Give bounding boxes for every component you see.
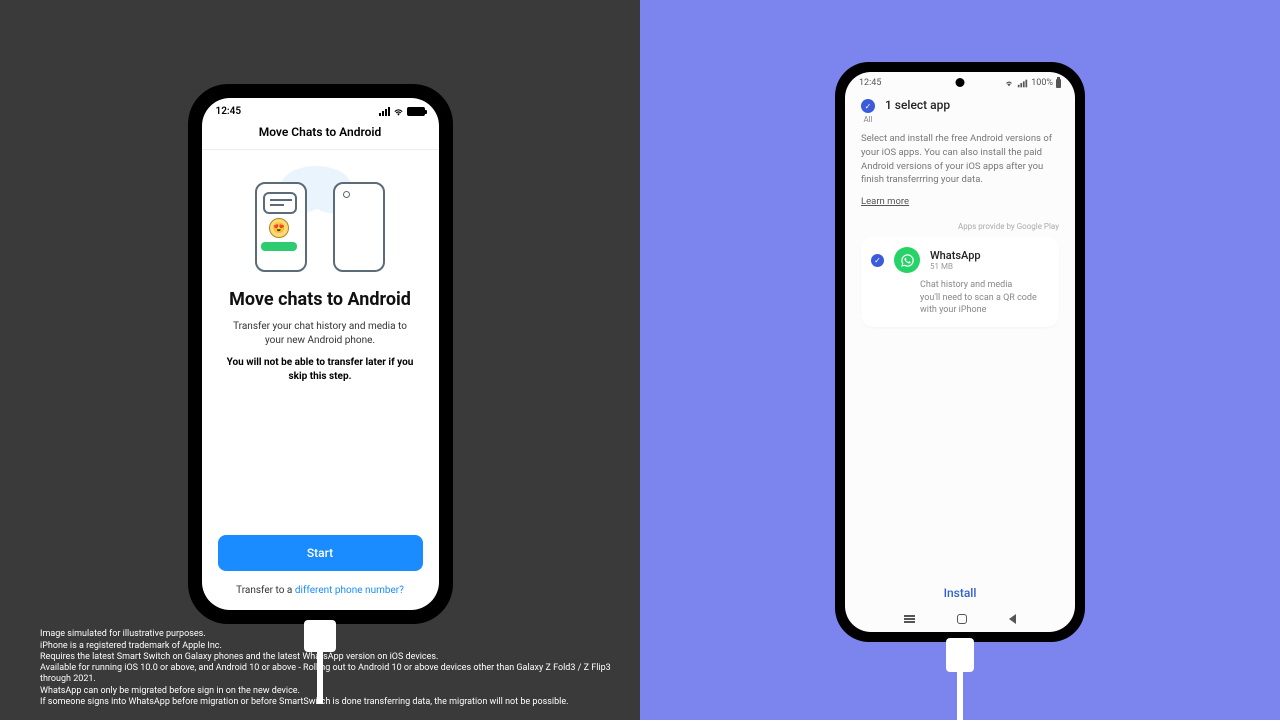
android-navbar — [845, 608, 1075, 632]
page-title: Move chats to Android — [229, 289, 411, 310]
transfer-prefix: Transfer to a — [236, 585, 295, 596]
skip-warning: You will not be able to transfer later i… — [218, 356, 423, 384]
nav-recents-icon[interactable] — [904, 615, 915, 623]
signal-icon — [1018, 79, 1027, 87]
start-button[interactable]: Start — [218, 535, 423, 571]
app-sub-line2: you'll need to scan a QR code with your … — [920, 292, 1049, 317]
android-time: 12:45 — [859, 78, 881, 88]
cable — [957, 662, 963, 722]
transfer-link-text: different phone number? — [295, 585, 404, 596]
app-card-whatsapp[interactable]: ✓ WhatsApp 51 MB Chat history and media … — [861, 237, 1059, 327]
iphone-screen: 12:45 Move Chats to Android 😍 Move ch — [202, 98, 439, 610]
iphone-frame: 12:45 Move Chats to Android 😍 Move ch — [188, 84, 453, 624]
apps-provider-label: Apps provide by Google Play — [861, 222, 1059, 231]
disclaimer-line: Available for running iOS 10.0 or above,… — [40, 663, 640, 686]
disclaimer-text: Image simulated for illustrative purpose… — [40, 629, 640, 708]
learn-more-link[interactable]: Learn more — [861, 196, 909, 207]
app-sub-line1: Chat history and media — [920, 279, 1049, 292]
battery-icon — [407, 107, 425, 116]
android-status-icons: 100% — [1004, 78, 1061, 88]
select-all-checkbox[interactable]: ✓ — [861, 99, 875, 113]
ios-nav-title: Move Chats to Android — [202, 121, 439, 150]
app-card-header: ✓ WhatsApp 51 MB — [871, 247, 1049, 273]
battery-icon — [1056, 79, 1061, 88]
transfer-illustration: 😍 — [245, 168, 395, 273]
select-header-row: ✓ All 1 select app — [861, 98, 1059, 124]
ios-body: 😍 Move chats to Android Transfer your ch… — [202, 150, 439, 529]
disclaimer-line: iPhone is a registered trademark of Appl… — [40, 641, 640, 652]
ios-statusbar: 12:45 — [202, 98, 439, 121]
camera-punchhole — [956, 78, 965, 87]
ios-footer: Start Transfer to a different phone numb… — [202, 529, 439, 610]
disclaimer-line: Image simulated for illustrative purpose… — [40, 629, 640, 640]
app-name: WhatsApp — [930, 249, 981, 262]
select-all-label: All — [863, 115, 872, 124]
signal-icon — [379, 107, 390, 116]
install-button[interactable]: Install — [845, 574, 1075, 608]
whatsapp-icon — [894, 247, 920, 273]
wifi-icon — [1004, 79, 1014, 87]
nav-home-icon[interactable] — [957, 614, 967, 624]
panel-android: 12:45 100% ✓ All 1 select app Sel — [640, 0, 1280, 720]
ios-time: 12:45 — [216, 106, 242, 117]
disclaimer-line: WhatsApp can only be migrated before sig… — [40, 686, 640, 697]
app-subinfo: Chat history and media you'll need to sc… — [920, 279, 1049, 317]
disclaimer-line: If someone signs into WhatsApp before mi… — [40, 697, 640, 708]
android-screen: 12:45 100% ✓ All 1 select app Sel — [845, 72, 1075, 632]
ios-status-icons — [379, 107, 425, 116]
panel-iphone: 12:45 Move Chats to Android 😍 Move ch — [0, 0, 640, 720]
transfer-number-link[interactable]: Transfer to a different phone number? — [218, 585, 423, 596]
select-description: Select and install rhe free Android vers… — [861, 132, 1059, 187]
android-statusbar: 12:45 100% — [845, 72, 1075, 90]
android-frame: 12:45 100% ✓ All 1 select app Sel — [835, 62, 1085, 642]
app-checkbox[interactable]: ✓ — [871, 254, 884, 267]
app-size: 51 MB — [930, 262, 981, 271]
android-content: ✓ All 1 select app Select and install rh… — [845, 90, 1075, 574]
nav-back-icon[interactable] — [1009, 614, 1016, 624]
select-title: 1 select app — [885, 98, 950, 112]
wifi-icon — [393, 108, 404, 116]
page-description: Transfer your chat history and media to … — [218, 320, 423, 348]
disclaimer-line: Requires the latest Smart Switch on Gala… — [40, 652, 640, 663]
battery-percent: 100% — [1031, 78, 1053, 88]
